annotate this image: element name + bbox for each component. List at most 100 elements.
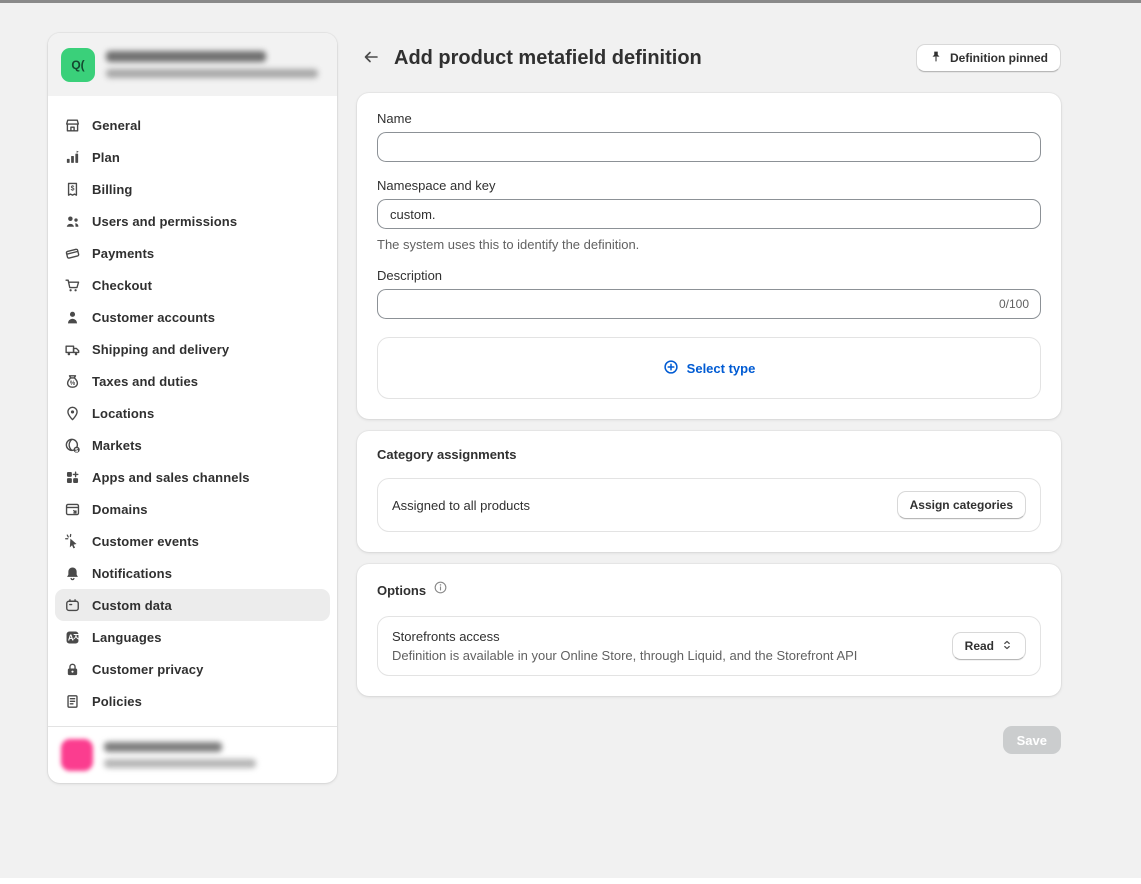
sidebar-item-label: Notifications [92,566,172,581]
plan-chart-icon [64,149,81,166]
sidebar-item-customer-privacy[interactable]: Customer privacy [55,653,330,685]
browser-icon [64,501,81,518]
sidebar-item-shipping-and-delivery[interactable]: Shipping and delivery [55,333,330,365]
sidebar-item-checkout[interactable]: Checkout [55,269,330,301]
sidebar-item-users-and-permissions[interactable]: Users and permissions [55,205,330,237]
pin-icon [929,50,943,67]
main-content: Add product metafield definition Definit… [357,43,1061,754]
category-assignment-row: Assigned to all products Assign categori… [377,478,1041,532]
namespace-input[interactable] [377,199,1041,229]
storefronts-access-row: Storefronts access Definition is availab… [377,616,1041,676]
storefronts-access-title: Storefronts access [392,629,857,644]
category-assignments-card: Category assignments Assigned to all pro… [357,431,1061,552]
sidebar-item-billing[interactable]: $ Billing [55,173,330,205]
storefront-access-select[interactable]: Read [952,632,1026,660]
page-header: Add product metafield definition Definit… [357,43,1061,73]
namespace-label: Namespace and key [377,178,1041,193]
page-title: Add product metafield definition [394,47,702,70]
sidebar-item-label: Policies [92,694,142,709]
receipt-icon: $ [64,181,81,198]
select-type-button[interactable]: Select type [657,358,762,379]
name-label: Name [377,111,1041,126]
window-top-strip [0,0,1141,3]
sidebar-item-label: Taxes and duties [92,374,198,389]
plus-circle-icon [663,359,679,378]
sidebar-item-label: Payments [92,246,154,261]
user-avatar [61,739,93,771]
store-header[interactable]: Q( [48,33,337,96]
sidebar-item-taxes-and-duties[interactable]: % Taxes and duties [55,365,330,397]
sidebar-item-policies[interactable]: Policies [55,685,330,717]
options-card: Options Storefronts access Definition is… [357,564,1061,696]
sidebar-item-label: Checkout [92,278,152,293]
sidebar-item-label: Billing [92,182,132,197]
person-icon [64,309,81,326]
sidebar-item-apps-and-sales-channels[interactable]: Apps and sales channels [55,461,330,493]
redacted-store-domain [106,69,318,78]
sidebar-item-label: Customer events [92,534,199,549]
globe-dollar-icon: $ [64,437,81,454]
back-button[interactable] [357,44,385,72]
save-button[interactable]: Save [1003,726,1061,754]
sidebar-item-label: Locations [92,406,154,421]
sidebar-item-label: Shipping and delivery [92,342,229,357]
redacted-user-email [104,759,256,768]
store-avatar: Q( [61,48,95,82]
cursor-click-icon [64,533,81,550]
settings-nav: General Plan $ Billing Users and permiss… [48,96,337,726]
sidebar-item-label: Apps and sales channels [92,470,250,485]
sidebar-item-plan[interactable]: Plan [55,141,330,173]
document-icon [64,693,81,710]
sidebar-item-notifications[interactable]: Notifications [55,557,330,589]
sidebar-item-label: Customer privacy [92,662,203,677]
lock-icon [64,661,81,678]
sidebar-item-label: Plan [92,150,120,165]
sidebar-item-label: Languages [92,630,162,645]
user-account-row[interactable] [48,726,337,783]
credit-card-icon [64,245,81,262]
namespace-help-text: The system uses this to identify the def… [377,237,1041,252]
name-input[interactable] [377,132,1041,162]
sidebar-item-general[interactable]: General [55,109,330,141]
cart-icon [64,277,81,294]
redacted-user-name [104,742,222,752]
settings-sidebar: Q( General Plan $ Billing [48,33,337,783]
sidebar-item-custom-data[interactable]: Custom data [55,589,330,621]
assign-categories-button[interactable]: Assign categories [897,491,1026,519]
sidebar-item-label: Customer accounts [92,310,215,325]
sidebar-item-label: Domains [92,502,148,517]
category-status-text: Assigned to all products [392,498,530,513]
sidebar-item-customer-accounts[interactable]: Customer accounts [55,301,330,333]
storefronts-access-description: Definition is available in your Online S… [392,648,857,663]
sidebar-item-label: General [92,118,141,133]
svg-text:$: $ [75,447,78,453]
sidebar-item-markets[interactable]: $ Markets [55,429,330,461]
translate-icon: A [64,629,81,646]
info-icon[interactable] [433,580,448,600]
description-input[interactable] [377,289,1041,319]
users-icon [64,213,81,230]
chevron-updown-icon [1001,639,1013,654]
definition-form-card: Name Namespace and key The system uses t… [357,93,1061,419]
sidebar-item-languages[interactable]: A Languages [55,621,330,653]
apps-grid-icon [64,469,81,486]
save-row: Save [357,726,1061,754]
tax-bag-icon: % [64,373,81,390]
sidebar-item-customer-events[interactable]: Customer events [55,525,330,557]
sidebar-item-label: Custom data [92,598,172,613]
svg-text:$: $ [71,185,75,192]
redacted-store-name [106,51,266,62]
options-title: Options [377,583,426,598]
truck-icon [64,341,81,358]
sidebar-item-locations[interactable]: Locations [55,397,330,429]
sidebar-item-payments[interactable]: Payments [55,237,330,269]
store-icon [64,117,81,134]
description-label: Description [377,268,1041,283]
definition-pinned-button[interactable]: Definition pinned [916,44,1061,72]
sidebar-item-domains[interactable]: Domains [55,493,330,525]
select-type-area: Select type [377,337,1041,399]
window-bottom-strip [0,878,1141,884]
arrow-left-icon [361,47,381,70]
map-pin-icon [64,405,81,422]
data-table-icon [64,597,81,614]
